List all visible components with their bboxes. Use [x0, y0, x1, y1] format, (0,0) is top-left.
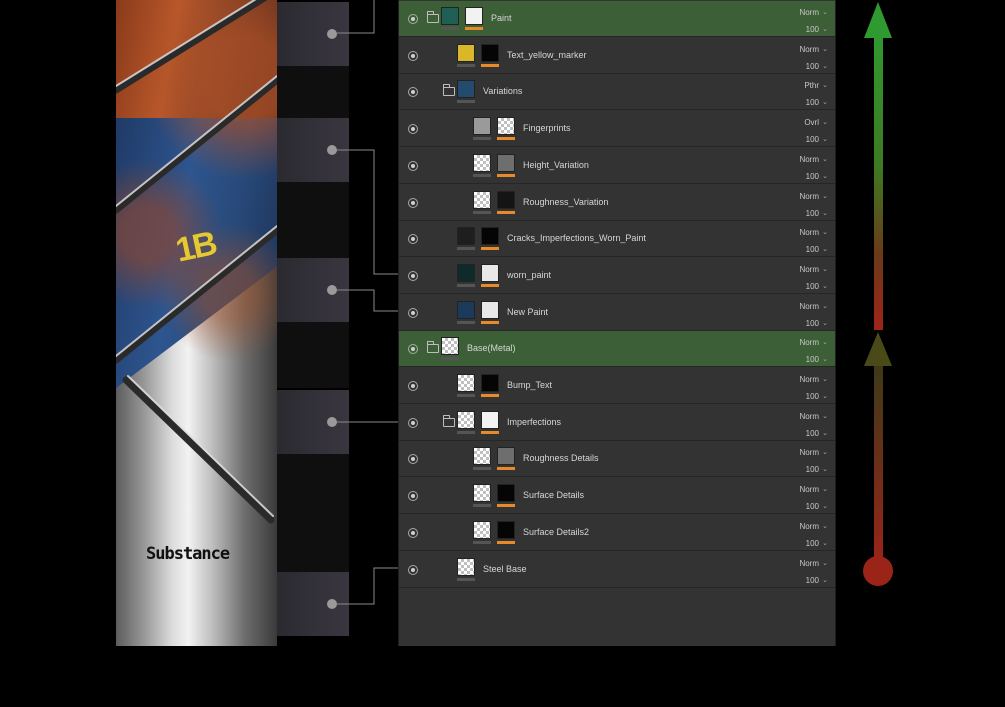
top-arrow-shaft — [874, 30, 883, 330]
arrow-origin-dot — [863, 556, 893, 586]
stack-order-arrows — [863, 2, 893, 586]
bottom-arrow-shaft — [874, 360, 883, 565]
bottom-arrow-head — [864, 332, 892, 366]
top-arrow-head — [864, 2, 892, 38]
